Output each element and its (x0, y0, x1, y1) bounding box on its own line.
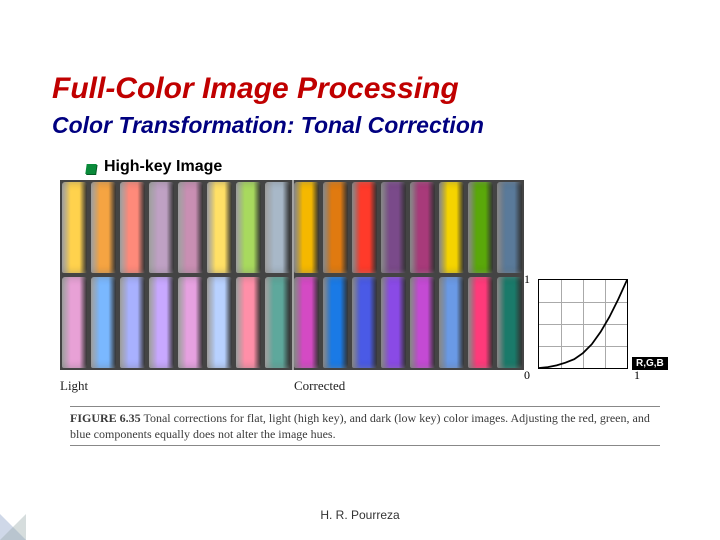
curve-axis-x-max: 1 (634, 368, 640, 383)
pastel-stick (120, 277, 145, 368)
pastel-stick (62, 277, 87, 368)
pastel-stick (439, 182, 464, 273)
pastel-stick (468, 277, 493, 368)
pastel-stick (207, 277, 232, 368)
page-corner-icon (0, 514, 26, 540)
pastel-stick (91, 182, 116, 273)
pastel-stick (410, 182, 435, 273)
pastel-stick (410, 277, 435, 368)
pastel-stick (381, 277, 406, 368)
slide-title: Full-Color Image Processing (52, 72, 459, 106)
figure-number: FIGURE 6.35 (70, 411, 141, 425)
bullet-icon (85, 164, 96, 174)
pastel-stick (62, 182, 87, 273)
image-divider (292, 180, 294, 370)
pastel-stick (352, 182, 377, 273)
pastel-stick (207, 182, 232, 273)
caption-light: Light (60, 378, 88, 394)
figure-text: Tonal corrections for flat, light (high … (70, 411, 650, 441)
pastel-stick (468, 182, 493, 273)
pastel-stick (381, 182, 406, 273)
pastel-stick (265, 277, 290, 368)
slide-subtitle: Color Transformation: Tonal Correction (52, 112, 484, 139)
pastel-stick (294, 182, 319, 273)
pastel-stick (178, 182, 203, 273)
pastel-stick (120, 182, 145, 273)
pastel-stick (497, 277, 522, 368)
pastel-stick (352, 277, 377, 368)
slide-footer: H. R. Pourreza (0, 508, 720, 522)
pastel-stick (294, 277, 319, 368)
pastel-stick (439, 277, 464, 368)
curve-axis-origin: 0 (524, 368, 530, 383)
pastel-stick (323, 182, 348, 273)
image-label: High-key Image (104, 158, 222, 176)
pastel-stick (91, 277, 116, 368)
pastel-stick (323, 277, 348, 368)
pastel-stick (497, 182, 522, 273)
caption-corrected: Corrected (294, 378, 345, 394)
pastel-stick (265, 182, 290, 273)
curve-line (539, 280, 627, 368)
pastel-stick (236, 182, 261, 273)
pastel-stick (149, 277, 174, 368)
pastel-stick (178, 277, 203, 368)
image-corrected (292, 180, 524, 370)
figure-caption: FIGURE 6.35 Tonal corrections for flat, … (70, 406, 660, 446)
tonal-curve-chart (538, 279, 628, 369)
curve-axis-y-max: 1 (524, 272, 530, 287)
curve-channels-label: R,G,B (632, 357, 668, 370)
image-light (60, 180, 292, 370)
pastel-stick (236, 277, 261, 368)
pastel-stick (149, 182, 174, 273)
